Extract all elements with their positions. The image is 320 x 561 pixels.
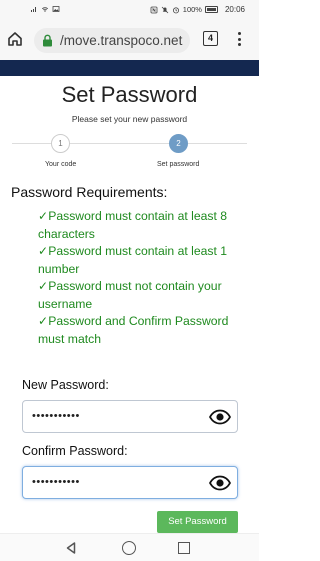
screen: 100% 20:06 /move.transpoco.net 4 Set Pas… (0, 0, 259, 561)
stepper-line (12, 143, 247, 144)
menu-icon[interactable] (236, 30, 242, 48)
mute-icon (161, 6, 169, 13)
signal-icon (31, 7, 36, 12)
step-2-label: Set password (157, 161, 200, 168)
tab-switcher-button[interactable]: 4 (203, 31, 218, 46)
set-password-button[interactable]: Set Password (157, 511, 238, 533)
battery-icon (204, 6, 218, 13)
step-2-circle: 2 (169, 134, 188, 153)
status-left (30, 5, 60, 13)
new-password-value: ••••••••••• (32, 410, 80, 422)
requirement-item: ✓Password must contain at least 1 number (38, 244, 228, 276)
requirement-item: ✓Password and Confirm Password must matc… (38, 314, 229, 346)
step-1-circle: 1 (51, 134, 70, 153)
address-bar[interactable]: /move.transpoco.net (34, 28, 190, 53)
eye-icon[interactable] (209, 475, 231, 491)
status-right: 100% 20:06 (150, 5, 245, 14)
requirements-title: Password Requirements: (11, 184, 168, 200)
confirm-password-label: Confirm Password: (22, 444, 128, 458)
eye-icon[interactable] (209, 409, 231, 425)
battery-percent: 100% (182, 5, 202, 14)
page-subtitle: Please set your new password (71, 114, 188, 124)
system-nav-bar (0, 533, 259, 561)
status-bar: 100% 20:06 (0, 0, 259, 20)
home-nav-icon[interactable] (122, 541, 136, 555)
wifi-icon (42, 7, 48, 12)
browser-toolbar: /move.transpoco.net 4 (0, 20, 259, 60)
page-title: Set Password (61, 82, 198, 107)
requirement-item: ✓Password must contain at least 8 charac… (38, 209, 228, 241)
clock: 20:06 (224, 5, 245, 14)
url-text: /move.transpoco.net (60, 33, 183, 48)
alarm-icon (172, 6, 179, 13)
nfc-icon (150, 6, 158, 13)
new-password-field[interactable]: ••••••••••• (22, 400, 238, 433)
back-icon[interactable] (64, 541, 78, 555)
confirm-password-field[interactable]: ••••••••••• (22, 466, 238, 499)
recent-apps-icon[interactable] (178, 542, 190, 554)
new-password-label: New Password: (22, 378, 109, 392)
home-icon[interactable] (6, 30, 24, 48)
step-1-label: Your code (45, 161, 77, 168)
confirm-password-value: ••••••••••• (32, 476, 80, 488)
lock-icon (43, 34, 52, 47)
gallery-icon (52, 6, 60, 12)
requirements-list: ✓Password must contain at least 8 charac… (38, 208, 250, 348)
requirement-item: ✓Password must not contain your username (38, 279, 222, 311)
site-header-band (0, 60, 259, 76)
